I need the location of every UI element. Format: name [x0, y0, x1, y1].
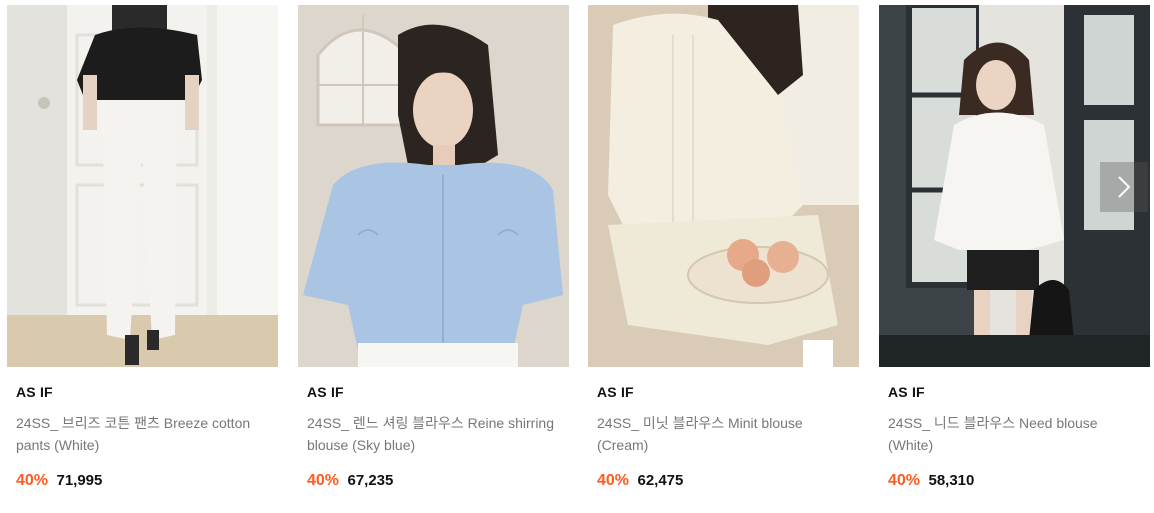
product-image[interactable] — [298, 5, 569, 367]
price-row: 40% 62,475 — [597, 471, 859, 491]
brand-name: AS IF — [307, 384, 344, 400]
sale-price: 62,475 — [637, 472, 684, 489]
chevron-right-icon — [1118, 176, 1131, 198]
product-name[interactable]: 24SS_ 렌느 셔링 블라우스 Reine shirring blouse (… — [307, 412, 565, 456]
discount-rate: 40% — [307, 472, 340, 489]
product-name[interactable]: 24SS_ 미닛 블라우스 Minit blouse (Cream) — [597, 412, 855, 456]
sale-price: 67,235 — [347, 472, 394, 489]
product-card[interactable]: AS IF 24SS_ 렌느 셔링 블라우스 Reine shirring bl… — [298, 5, 569, 491]
brand-name: AS IF — [597, 384, 634, 400]
brand-name: AS IF — [16, 384, 53, 400]
product-name[interactable]: 24SS_ 니드 블라우스 Need blouse (White) — [888, 412, 1146, 456]
sale-price: 58,310 — [928, 472, 975, 489]
product-card[interactable]: AS IF 24SS_ 니드 블라우스 Need blouse (White) … — [879, 5, 1150, 491]
carousel-next-button[interactable] — [1100, 162, 1148, 212]
product-card[interactable]: AS IF 24SS_ 미닛 블라우스 Minit blouse (Cream)… — [588, 5, 859, 491]
product-image[interactable] — [588, 5, 859, 367]
discount-rate: 40% — [16, 472, 49, 489]
price-row: 40% 67,235 — [307, 471, 569, 491]
product-image[interactable] — [7, 5, 278, 367]
product-name[interactable]: 24SS_ 브리즈 코튼 팬츠 Breeze cotton pants (Whi… — [16, 412, 274, 456]
product-card[interactable]: AS IF 24SS_ 브리즈 코튼 팬츠 Breeze cotton pant… — [7, 5, 278, 491]
sale-price: 71,995 — [56, 472, 103, 489]
brand-name: AS IF — [888, 384, 925, 400]
discount-rate: 40% — [597, 472, 630, 489]
discount-rate: 40% — [888, 472, 921, 489]
price-row: 40% 71,995 — [16, 471, 278, 491]
product-carousel: AS IF 24SS_ 브리즈 코튼 팬츠 Breeze cotton pant… — [0, 0, 1154, 513]
price-row: 40% 58,310 — [888, 471, 1150, 491]
